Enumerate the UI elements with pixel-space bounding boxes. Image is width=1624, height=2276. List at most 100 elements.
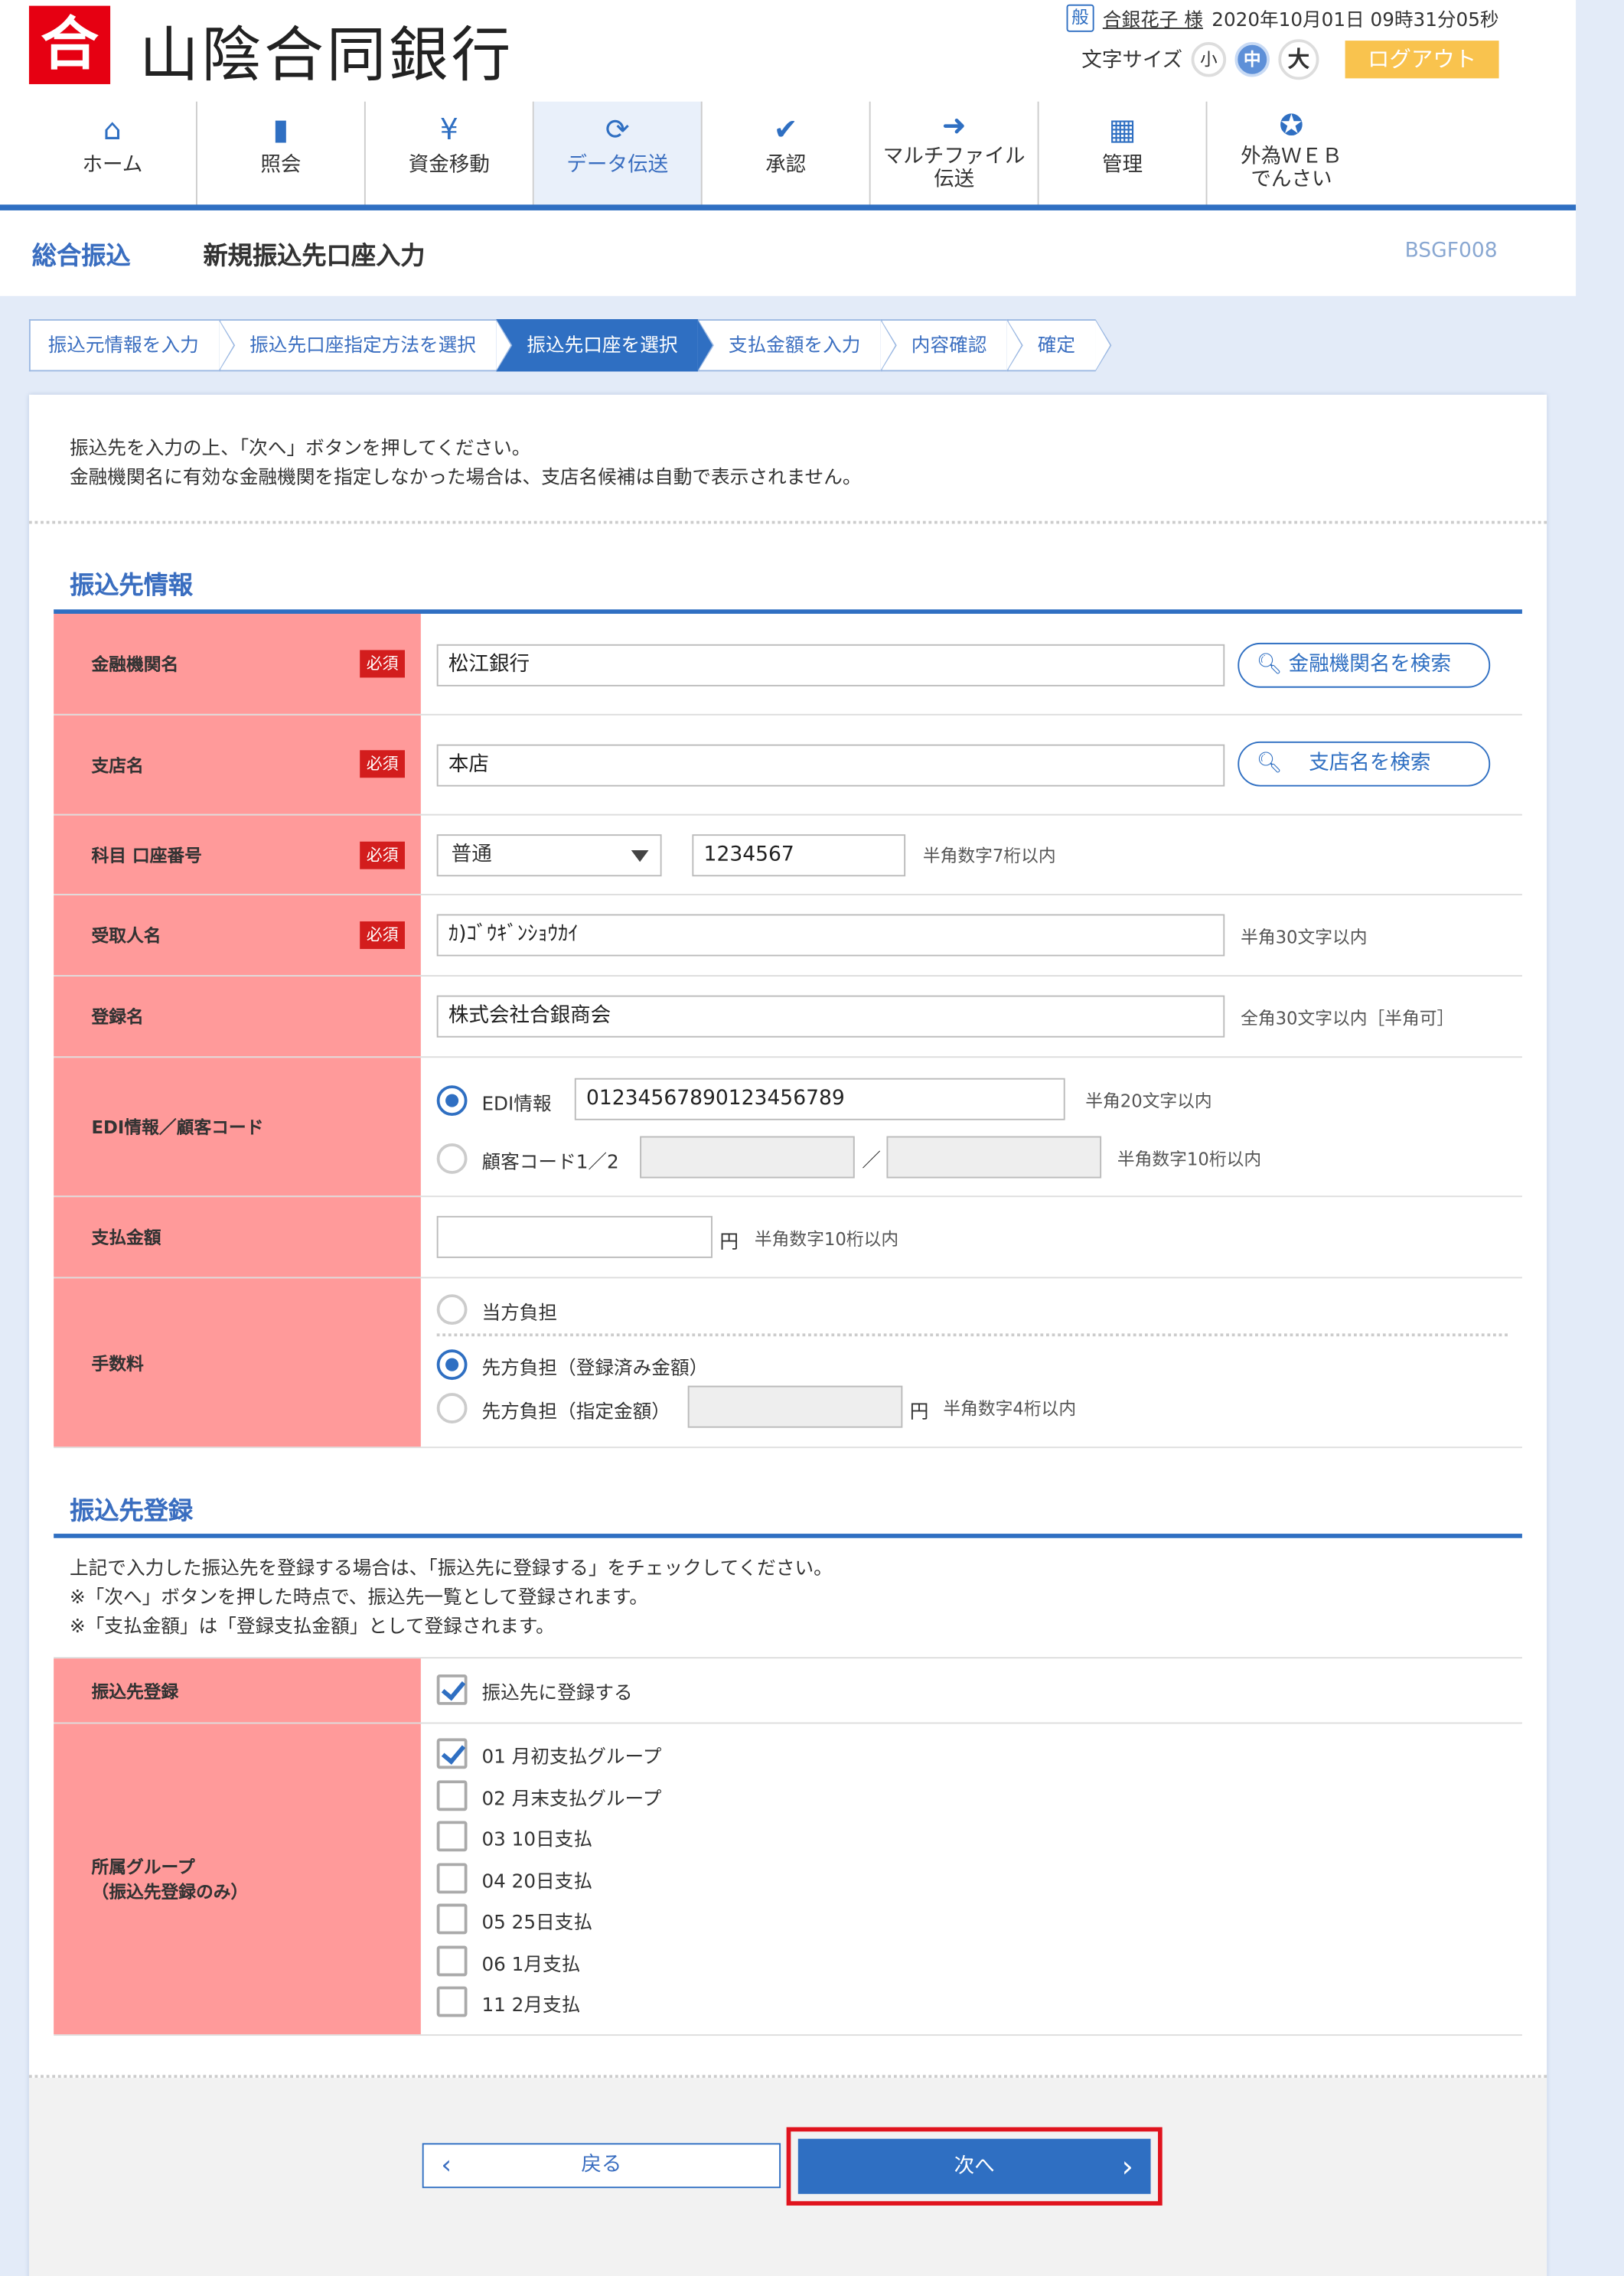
edi-radio[interactable] — [436, 1085, 468, 1117]
main-nav: ⌂ ホーム ▮ 照会 ¥ 資金移動 ⟳ データ伝送 ✔ 承認 ➜ マルチファイル 伝送 ▦ 管理… — [29, 101, 1375, 207]
fee-divider — [436, 1333, 1508, 1337]
row-amount: 支払金額 円 半角数字10桁以内 — [54, 1197, 1522, 1279]
step-4: 支払金額を入力 — [698, 319, 897, 372]
edi-label: EDI情報／顧客コード — [54, 1058, 421, 1196]
user-type-badge: 般 — [1066, 4, 1094, 32]
step-3-current: 振込先口座を選択 — [496, 319, 714, 372]
payee-section-title: 振込先情報 — [70, 572, 194, 601]
row-bank: 金融機関名 必須 松江銀行 🔍︎ 金融機関名を検索 — [54, 614, 1522, 716]
amount-label: 支払金額 — [54, 1197, 421, 1277]
account-number-input[interactable]: 1234567 — [692, 834, 906, 877]
group-checkbox[interactable] — [436, 1986, 468, 2017]
logout-button[interactable]: ログアウト — [1345, 41, 1499, 79]
edi-input[interactable]: 01234567890123456789 — [574, 1078, 1065, 1120]
next-button-highlight: 次へ › — [786, 2127, 1163, 2206]
group-list: 01 月初支払グループ 02 月末支払グループ 03 10日支払 04 20日支… — [421, 1723, 1522, 2034]
bank-search-button[interactable]: 🔍︎ 金融機関名を検索 — [1238, 642, 1491, 688]
group-label-text: 01 月初支払グループ — [481, 1746, 662, 1769]
group-label-text: 06 1月支払 — [481, 1954, 581, 1977]
user-name-link[interactable]: 合銀花子 様 — [1103, 5, 1203, 31]
branch-label: 支店名 必須 — [54, 715, 421, 814]
group-checkbox[interactable] — [436, 1945, 468, 1977]
document-icon: ▮ — [272, 111, 289, 147]
register-checkbox[interactable] — [436, 1674, 468, 1705]
fee-unit: 円 — [909, 1401, 929, 1423]
fee-amount-input[interactable] — [687, 1385, 903, 1428]
group-checkbox[interactable] — [436, 1863, 468, 1894]
row-registered-name: 登録名 株式会社合銀商会 全角30文字以内［半角可］ — [54, 977, 1522, 1058]
group-label-text: 04 20日支払 — [481, 1871, 592, 1894]
back-button[interactable]: ‹ 戻る — [422, 2143, 781, 2189]
fee-sender-radio[interactable] — [436, 1294, 468, 1325]
next-button[interactable]: 次へ › — [797, 2138, 1151, 2194]
row-recipient: 受取人名 必須 ｶ)ｺﾞｳｷﾞﾝｼｮｳｶｲ 半角30文字以内 — [54, 895, 1522, 977]
row-fee: 手数料 当方負担 先方負担（登録済み金額） 先方負担（指定金額） 円 半角数字4… — [54, 1278, 1522, 1449]
customer-code-2-input[interactable] — [886, 1136, 1102, 1179]
register-label: 振込先登録 — [54, 1658, 421, 1723]
nav-inquiry[interactable]: ▮ 照会 — [197, 101, 366, 207]
payee-table: 金融機関名 必須 松江銀行 🔍︎ 金融機関名を検索 支店名 必須 本店 🔍︎ 支店名を検… — [54, 614, 1522, 1449]
edi-note: 半角20文字以内 — [1085, 1091, 1212, 1112]
group-checkbox[interactable] — [436, 1903, 468, 1935]
group-checkbox[interactable] — [436, 1738, 468, 1769]
row-group: 所属グループ （振込先登録のみ） 01 月初支払グループ 02 月末支払グループ … — [54, 1723, 1522, 2036]
registered-name-label: 登録名 — [54, 977, 421, 1057]
nav-fx-web[interactable]: ✪ 外為ＷＥＢ でんさい — [1207, 102, 1375, 207]
account-type-select[interactable]: 普通 — [436, 834, 662, 877]
font-size-controls: 文字サイズ 小 中 大 ログアウト — [1081, 39, 1499, 80]
registered-name-input[interactable]: 株式会社合銀商会 — [436, 995, 1225, 1038]
nav-approval[interactable]: ✔ 承認 — [703, 101, 871, 207]
nav-multi-file[interactable]: ➜ マルチファイル 伝送 — [871, 101, 1039, 207]
step-1: 振込元情報を入力 — [28, 319, 236, 372]
bank-logo-icon: 合 — [28, 5, 111, 84]
approve-icon: ✔ — [773, 111, 798, 147]
font-size-label: 文字サイズ — [1081, 49, 1183, 73]
page-category: 総合振込 — [31, 242, 131, 272]
row-edi: EDI情報／顧客コード EDI情報 01234567890123456789 半… — [54, 1058, 1522, 1198]
amount-unit: 円 — [719, 1231, 739, 1254]
group-label: 所属グループ （振込先登録のみ） — [54, 1723, 421, 2035]
nav-management[interactable]: ▦ 管理 — [1039, 101, 1208, 207]
nav-home[interactable]: ⌂ ホーム — [29, 101, 197, 207]
group-checkbox[interactable] — [436, 1780, 468, 1811]
chevron-right-icon: › — [1121, 2148, 1133, 2184]
bank-name: 山陰合同銀行 — [139, 20, 514, 90]
nav-fund-transfer[interactable]: ¥ 資金移動 — [366, 101, 534, 207]
recipient-note: 半角30文字以内 — [1241, 927, 1368, 948]
group-checkbox[interactable] — [436, 1821, 468, 1852]
font-small-button[interactable]: 小 — [1191, 41, 1227, 77]
branch-search-button[interactable]: 🔍︎ 支店名を検索 — [1238, 741, 1491, 787]
intro-text: 振込先を入力の上、「次へ」ボタンを押してください。 金融機関名に有効な金融機関を… — [70, 435, 862, 494]
fee-sender-label: 当方負担 — [481, 1303, 558, 1325]
fee-recipient-registered-radio[interactable] — [436, 1349, 468, 1381]
required-badge: 必須 — [360, 921, 405, 949]
row-branch: 支店名 必須 本店 🔍︎ 支店名を検索 — [54, 715, 1522, 816]
screen-code: BSGF008 — [1404, 239, 1498, 263]
sync-icon: ⟳ — [605, 111, 630, 147]
customer-code-1-input[interactable] — [640, 1136, 855, 1179]
register-table: 振込先登録 振込先に登録する 所属グループ （振込先登録のみ） 01 月初支払グル… — [54, 1657, 1522, 2036]
amount-input[interactable] — [436, 1215, 713, 1258]
row-register: 振込先登録 振込先に登録する — [54, 1658, 1522, 1724]
fx-icon: ✪ — [1279, 107, 1304, 142]
branch-name-input[interactable]: 本店 — [436, 744, 1225, 787]
customer-code-note: 半角数字10桁以内 — [1117, 1149, 1262, 1170]
chevron-down-icon — [631, 850, 649, 862]
intro-line-2: 金融機関名に有効な金融機関を指定しなかった場合は、支店名候補は自動で表示されませ… — [70, 467, 862, 489]
font-medium-button[interactable]: 中 — [1234, 41, 1270, 77]
register-description: 上記で入力した振込先を登録する場合は、「振込先に登録する」をチェックしてください… — [70, 1556, 833, 1643]
font-large-button[interactable]: 大 — [1278, 39, 1319, 80]
nav-data-transmission[interactable]: ⟳ データ伝送 — [533, 101, 703, 207]
bank-name-input[interactable]: 松江銀行 — [436, 644, 1225, 686]
recipient-name-input[interactable]: ｶ)ｺﾞｳｷﾞﾝｼｮｳｶｲ — [436, 914, 1225, 957]
required-badge: 必須 — [360, 841, 405, 869]
customer-code-radio[interactable] — [436, 1143, 468, 1174]
main-panel: 振込先を入力の上、「次へ」ボタンを押してください。 金融機関名に有効な金融機関を… — [28, 394, 1547, 2276]
divider — [28, 520, 1547, 524]
fee-recipient-specified-radio[interactable] — [436, 1393, 468, 1423]
bank-label: 金融機関名 必須 — [54, 614, 421, 714]
intro-line-1: 振込先を入力の上、「次へ」ボタンを押してください。 — [70, 438, 531, 461]
amount-note: 半角数字10桁以内 — [754, 1228, 899, 1250]
register-desc-line-2: ※「次へ」ボタンを押した時点で、振込先一覧として登録されます。 — [70, 1587, 648, 1609]
fee-note: 半角数字4桁以内 — [943, 1398, 1077, 1420]
